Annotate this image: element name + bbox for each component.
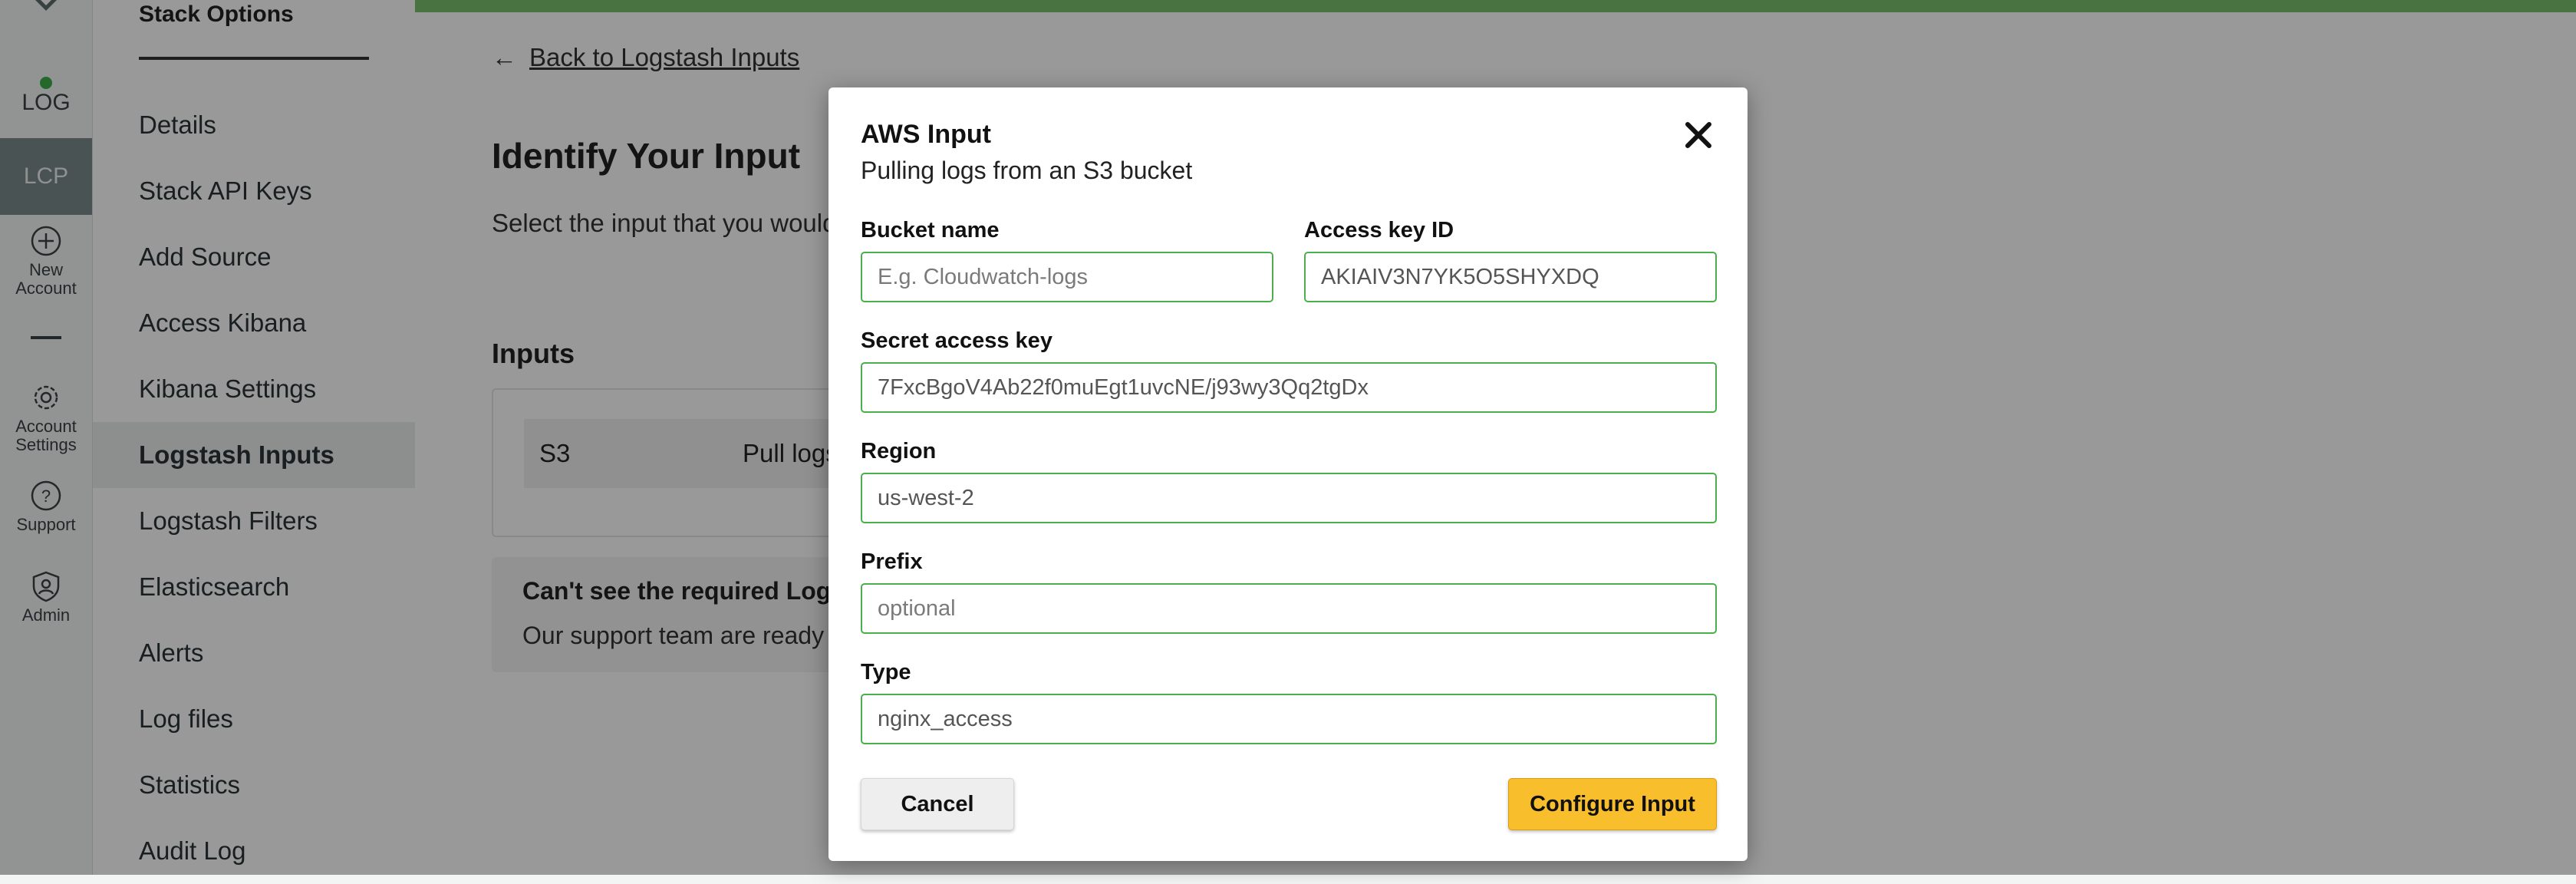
- modal-subtitle: Pulling logs from an S3 bucket: [861, 157, 1193, 184]
- type-label: Type: [861, 660, 911, 684]
- type-input[interactable]: [861, 694, 1717, 744]
- region-label: Region: [861, 439, 937, 463]
- configure-input-button[interactable]: Configure Input: [1508, 778, 1717, 830]
- prefix-label: Prefix: [861, 549, 923, 574]
- access-key-id-label: Access key ID: [1304, 218, 1454, 242]
- bucket-name-label: Bucket name: [861, 218, 1000, 242]
- aws-input-modal: AWS Input Pulling logs from an S3 bucket…: [828, 87, 1748, 861]
- secret-access-key-label: Secret access key: [861, 328, 1052, 353]
- secret-access-key-input[interactable]: [861, 362, 1717, 413]
- region-input[interactable]: [861, 473, 1717, 523]
- cancel-button[interactable]: Cancel: [861, 778, 1014, 830]
- prefix-input[interactable]: [861, 583, 1717, 634]
- modal-title: AWS Input: [861, 120, 991, 149]
- close-icon[interactable]: [1680, 117, 1717, 153]
- access-key-id-input[interactable]: [1304, 252, 1717, 302]
- bucket-name-input[interactable]: [861, 252, 1273, 302]
